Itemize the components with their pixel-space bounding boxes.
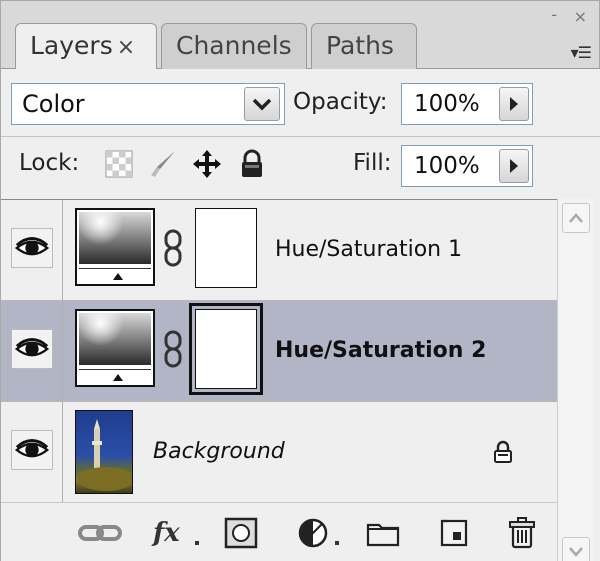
close-icon[interactable]: ×	[574, 7, 587, 26]
fill-slider-button[interactable]	[499, 149, 529, 183]
lock-all-icon[interactable]	[237, 149, 267, 179]
layer-name: Hue/Saturation 2	[275, 338, 487, 363]
new-layer-icon[interactable]	[439, 517, 469, 549]
layer-row-selected[interactable]: Hue/Saturation 2	[1, 301, 557, 402]
eye-icon[interactable]	[11, 228, 53, 268]
opacity-field[interactable]: 100%	[401, 83, 533, 125]
tab-paths[interactable]: Paths	[311, 23, 417, 69]
layers-scrollbar[interactable]	[557, 199, 593, 561]
chevron-down-icon[interactable]	[244, 87, 280, 121]
opacity-value: 100%	[414, 91, 480, 117]
panel-content: Color Opacity: 100% Lock: Fill: 100% Hue…	[1, 69, 600, 561]
tab-paths-label: Paths	[326, 31, 394, 60]
delete-layer-icon[interactable]	[507, 517, 537, 549]
background-image-thumbnail[interactable]	[75, 410, 134, 494]
new-group-icon[interactable]	[365, 517, 401, 549]
layers-panel: - × Layers × Channels Paths ▾☰ Color Opac…	[0, 0, 600, 561]
tab-layers[interactable]: Layers ×	[15, 23, 157, 70]
blend-mode-select[interactable]: Color	[11, 83, 285, 125]
scroll-up-button[interactable]	[562, 203, 590, 233]
layer-name: Hue/Saturation 1	[275, 237, 463, 262]
lock-icon	[494, 440, 512, 463]
adjustment-layer-icon[interactable]	[297, 517, 347, 549]
eye-icon[interactable]	[11, 430, 53, 470]
layer-mask-thumbnail[interactable]	[189, 303, 263, 395]
tab-bar: - × Layers × Channels Paths ▾☰	[1, 1, 600, 70]
lock-label: Lock:	[19, 150, 80, 176]
visibility-cell[interactable]	[1, 200, 63, 300]
adjustment-baseline	[79, 369, 151, 370]
adjustment-thumbnail[interactable]	[75, 309, 155, 387]
fill-label: Fill:	[353, 150, 392, 176]
blend-opacity-row: Color Opacity: 100%	[1, 77, 600, 129]
layer-row[interactable]: Background	[1, 402, 557, 503]
lock-transparent-icon[interactable]	[104, 149, 134, 179]
visibility-cell[interactable]	[1, 301, 63, 401]
layers-list: Hue/Saturation 1 Hue/Saturation 2 Backgr…	[1, 199, 557, 503]
eye-icon[interactable]	[11, 329, 53, 369]
svg-text:fx: fx	[151, 518, 180, 548]
lock-image-icon[interactable]	[148, 149, 178, 179]
visibility-cell[interactable]	[1, 402, 63, 502]
layers-bottom-toolbar: fx	[1, 502, 557, 561]
scroll-down-button[interactable]	[562, 537, 590, 561]
tower-image	[78, 419, 134, 491]
tab-layers-label: Layers	[30, 31, 113, 60]
adjustment-gradient	[79, 212, 151, 264]
panel-menu-icon[interactable]: ▾☰	[571, 43, 592, 62]
add-mask-icon[interactable]	[223, 517, 259, 549]
tab-channels[interactable]: Channels	[161, 23, 307, 69]
adjustment-marker-icon	[113, 374, 123, 381]
tab-close-icon[interactable]: ×	[117, 35, 135, 60]
opacity-slider-button[interactable]	[499, 87, 529, 121]
layer-mask-thumbnail[interactable]	[195, 208, 257, 288]
divider	[1, 136, 600, 137]
adjustment-baseline	[79, 268, 151, 269]
blend-mode-value: Color	[22, 90, 85, 118]
tab-channels-label: Channels	[176, 31, 292, 60]
fill-value: 100%	[414, 153, 480, 179]
fill-field[interactable]: 100%	[401, 145, 533, 187]
chain-link-icon[interactable]	[163, 228, 183, 268]
adjustment-marker-icon	[113, 273, 123, 280]
opacity-label: Opacity:	[293, 89, 388, 115]
link-layers-icon[interactable]	[77, 517, 123, 549]
lock-position-icon[interactable]	[192, 149, 222, 179]
layer-name: Background	[153, 439, 285, 464]
fx-icon[interactable]: fx	[151, 517, 207, 549]
layer-row[interactable]: Hue/Saturation 1	[1, 200, 557, 301]
chain-link-icon[interactable]	[163, 329, 183, 369]
adjustment-thumbnail[interactable]	[75, 208, 155, 286]
minimize-icon[interactable]: -	[551, 5, 557, 24]
adjustment-gradient	[79, 313, 151, 365]
